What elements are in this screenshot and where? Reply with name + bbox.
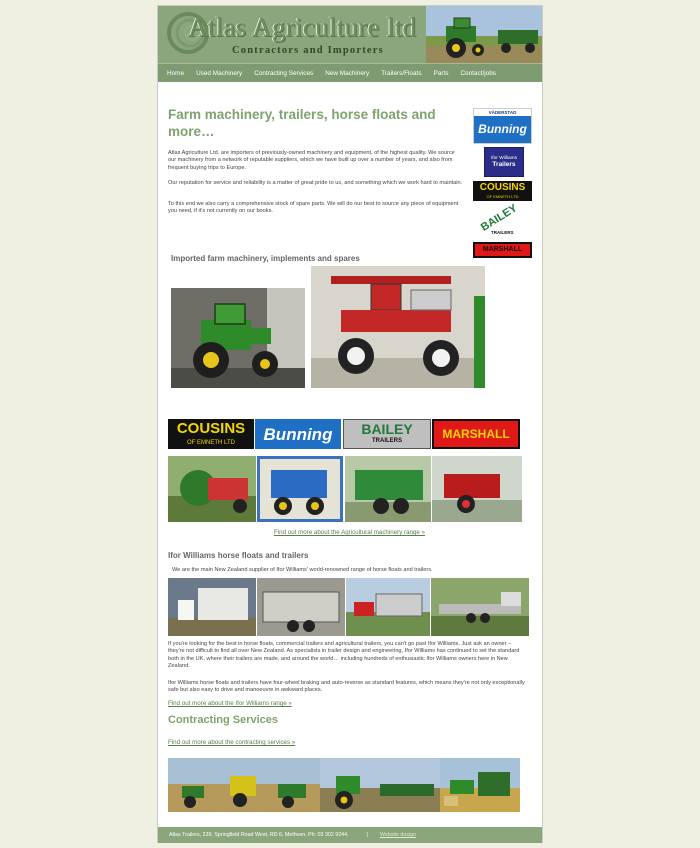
ifor-range-link[interactable]: Find out more about the Ifor Williams ra… — [168, 700, 292, 707]
contracting-seeding-photo — [320, 758, 440, 812]
red-sprayer-photo — [311, 266, 485, 388]
footer-separator: | — [366, 832, 368, 838]
cousins-brand-label: COUSINS — [176, 420, 246, 437]
bailey-brand-label: BAILEY — [361, 421, 413, 437]
site-footer: Atlas Trailers, 239, Springfield Road We… — [158, 827, 542, 843]
marshall-sidebar-logo[interactable]: MARSHALL — [473, 242, 532, 258]
cousins-sidebar-label: COUSINS — [479, 182, 526, 193]
cousins-brand-logo[interactable]: COUSINS OF EMNETH LTD — [168, 419, 254, 449]
main-nav: Home Used Machinery Contracting Services… — [158, 63, 542, 82]
ifor-intro: We are the main New Zealand supplier of … — [172, 567, 433, 573]
agri-machinery-link[interactable]: Find out more about the Agricultural mac… — [274, 529, 425, 536]
footer-address: Atlas Trailers, 239, Springfield Road We… — [169, 832, 349, 838]
intro-paragraph-1: Atlas Agriculture Ltd. are importers of … — [168, 150, 455, 171]
contracting-link[interactable]: Find out more about the contracting serv… — [168, 739, 295, 746]
nav-item-contact-jobs[interactable]: Contact/jobs — [454, 70, 502, 77]
nav-item-trailers-floats[interactable]: Trailers/Floats — [375, 70, 427, 77]
cousins-sidebar-sub: OF EMNETH LTD — [486, 194, 519, 199]
bailey-brand-logo[interactable]: BAILEY TRAILERS — [343, 419, 431, 449]
imported-heading: Imported farm machinery, implements and … — [171, 254, 360, 263]
ifor-paragraph-2: Ifor Williams horse floats and trailers … — [168, 680, 525, 694]
intro-paragraph-3: To this end we also carry a comprehensiv… — [168, 201, 459, 215]
site-header: Atlas Agriculture ltd Contractors and Im… — [158, 6, 542, 63]
red-trailer-photo — [432, 456, 522, 522]
marshall-brand-logo[interactable]: MARSHALL — [432, 419, 520, 449]
website-design-link[interactable]: Website design — [380, 832, 416, 838]
bailey-brand-sub: TRAILERS — [372, 438, 402, 444]
nav-item-new-machinery[interactable]: New Machinery — [319, 70, 375, 77]
bunning-brand-logo[interactable]: Bunning — [255, 419, 341, 449]
contracting-harvest-photo — [168, 758, 320, 812]
green-tractor-photo — [171, 288, 305, 388]
bunning-label: Bunning — [474, 116, 531, 143]
contracting-heading: Contracting Services — [168, 714, 279, 726]
nav-item-home[interactable]: Home — [161, 70, 190, 77]
intro-paragraph-2: Our reputation for service and reliabili… — [168, 180, 463, 186]
bailey-sidebar-sub: TRAILERS — [491, 230, 514, 235]
ifor-williams-logo[interactable]: Ifor Williams Trailers — [484, 147, 524, 177]
cousins-sidebar-logo[interactable]: COUSINS OF EMNETH LTD — [473, 181, 532, 201]
ifor-paragraph-1: If you're looking for the best in horse … — [168, 641, 520, 670]
page-container: Atlas Agriculture ltd Contractors and Im… — [157, 5, 543, 843]
nav-item-contracting-services[interactable]: Contracting Services — [248, 70, 319, 77]
bunning-vaderstad-logo[interactable]: VÄDERSTAD Bunning — [473, 108, 532, 144]
baler-photo — [168, 456, 256, 522]
nav-item-used-machinery[interactable]: Used Machinery — [190, 70, 248, 77]
stock-trailer-photo — [257, 578, 345, 636]
site-subtitle: Contractors and Importers — [232, 45, 384, 56]
vaderstad-label: VÄDERSTAD — [474, 109, 531, 116]
livestock-trailer-photo — [346, 578, 430, 636]
cousins-brand-sub: OF EMNETH LTD — [187, 440, 235, 446]
site-title[interactable]: Atlas Agriculture ltd — [188, 12, 416, 43]
horse-float-photo — [168, 578, 256, 636]
page-title: Farm machinery, trailers, horse floats a… — [168, 107, 436, 139]
contracting-baling-photo — [440, 758, 520, 812]
header-tractor-photo — [426, 6, 542, 63]
green-trailer-photo — [345, 456, 431, 522]
nav-item-parts[interactable]: Parts — [428, 70, 455, 77]
bailey-sidebar-logo[interactable]: BAILEY TRAILERS — [473, 202, 532, 238]
ifor-heading: Ifor Williams horse floats and trailers — [168, 551, 309, 560]
ifor-logo-line2: Trailers — [492, 161, 516, 168]
flatbed-trailer-photo — [431, 578, 529, 636]
blue-spreader-photo — [257, 456, 343, 522]
